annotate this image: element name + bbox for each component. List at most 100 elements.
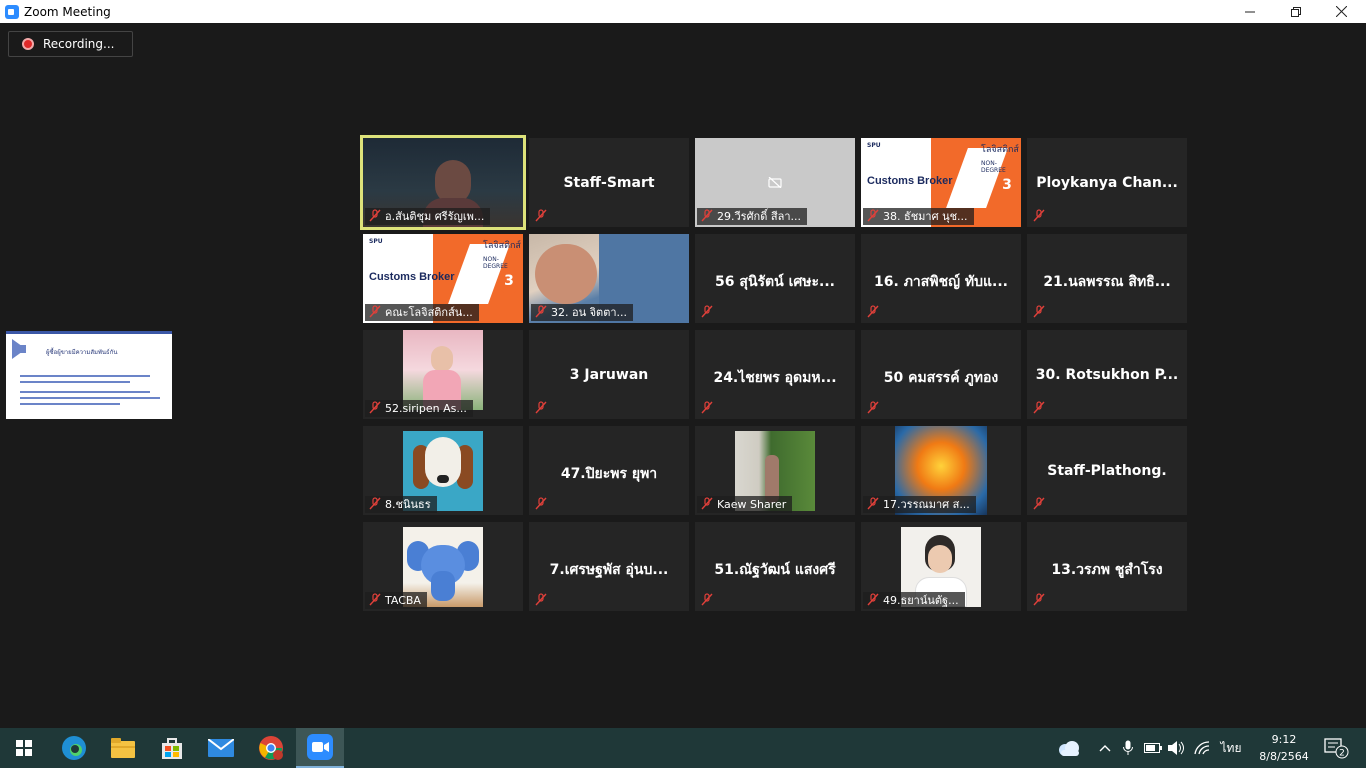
mic-muted-icon	[535, 401, 547, 414]
participant-tile[interactable]: 13.วรภพ ชูสำโรง	[1027, 522, 1187, 611]
slide-title: ผู้ซื้อผู้ขายมีความสัมพันธ์กัน	[46, 349, 118, 356]
arrow-right-icon	[12, 339, 26, 359]
slide-top-bar	[6, 331, 172, 334]
participant-name: 7.เศรษฐพัส อุ่นบ...	[549, 562, 669, 578]
slide-text-line	[20, 403, 120, 405]
participant-tile[interactable]: 51.ณัฐวัฒน์ แสงศรี	[695, 522, 855, 611]
slide-text-line	[20, 391, 150, 393]
recording-indicator[interactable]: Recording...	[8, 31, 133, 57]
slide-brand: Customs Broker	[867, 175, 953, 187]
chrome-taskbar-button[interactable]	[247, 728, 295, 768]
mic-muted-icon	[867, 497, 879, 510]
participant-tile[interactable]: Ploykanya Chan...	[1027, 138, 1187, 227]
file-explorer-taskbar-button[interactable]	[99, 728, 147, 768]
mic-muted-icon	[701, 305, 713, 318]
mail-taskbar-button[interactable]	[197, 728, 245, 768]
battery-icon	[1144, 743, 1162, 753]
participant-tile[interactable]: 47.ปิยะพร ยุพา	[529, 426, 689, 515]
input-language-button[interactable]: ไทย	[1216, 728, 1246, 768]
zoom-app-icon	[5, 4, 19, 19]
restore-button[interactable]	[1273, 0, 1319, 23]
participant-tile[interactable]: Kaew Sharer	[695, 426, 855, 515]
participant-name: 13.วรภพ ชูสำโรง	[1051, 562, 1163, 578]
mic-muted-icon	[369, 401, 381, 414]
action-center-button[interactable]: 2	[1318, 728, 1354, 768]
zoom-icon	[307, 734, 333, 760]
mic-muted-icon	[1033, 497, 1045, 510]
edge-taskbar-button[interactable]	[50, 728, 98, 768]
participant-tile[interactable]: 32. อน จิตตา...	[529, 234, 689, 323]
close-button[interactable]	[1318, 0, 1364, 23]
start-button[interactable]	[0, 728, 48, 768]
participant-tile[interactable]: 56 สุนิรัตน์ เศษะ...	[695, 234, 855, 323]
mic-muted-icon	[701, 401, 713, 414]
participant-name: อ.สันติชุม ศรีรัญเพ...	[365, 208, 491, 225]
show-hidden-icons-button[interactable]	[1094, 728, 1116, 768]
store-taskbar-button[interactable]	[148, 728, 196, 768]
participant-name: 38. ธัชมาศ นุช...	[863, 208, 974, 225]
slide-nondegree: NON-DEGREE	[483, 256, 508, 270]
participant-tile[interactable]: 17.วรรณมาศ ส...	[861, 426, 1021, 515]
participant-name: 56 สุนิรัตน์ เศษะ...	[715, 274, 835, 290]
volume-tray-button[interactable]	[1166, 728, 1188, 768]
participant-tile[interactable]: TACBA	[363, 522, 523, 611]
participant-photo	[403, 330, 483, 410]
mic-muted-icon	[867, 593, 879, 606]
participant-tile[interactable]: 7.เศรษฐพัส อุ่นบ...	[529, 522, 689, 611]
mic-muted-icon	[369, 305, 381, 318]
recording-label: Recording...	[43, 37, 115, 51]
participant-name: 17.วรรณมาศ ส...	[863, 496, 976, 513]
weather-tray-button[interactable]	[1055, 728, 1083, 768]
taskbar-clock[interactable]: 9:12 8/8/2564	[1258, 731, 1310, 765]
battery-tray-button[interactable]	[1142, 728, 1164, 768]
wifi-tray-button[interactable]	[1191, 728, 1213, 768]
participant-tile[interactable]: 21.นลพรรณ สิทธิ...	[1027, 234, 1187, 323]
participant-tile[interactable]: Staff-Smart	[529, 138, 689, 227]
participant-name: 21.นลพรรณ สิทธิ...	[1043, 274, 1171, 290]
mic-muted-icon	[1033, 305, 1045, 318]
microphone-icon	[1123, 740, 1133, 755]
meeting-stage: Recording... ผู้ซื้อผู้ขายมีความสัมพันธ์…	[0, 23, 1366, 728]
slide-logo: SPU	[867, 142, 881, 149]
participant-tile[interactable]: อ.สันติชุม ศรีรัญเพ...	[360, 135, 526, 230]
slide-text-line	[20, 381, 130, 383]
mic-muted-icon	[701, 497, 713, 510]
shared-screen-thumbnail[interactable]: ผู้ซื้อผู้ขายมีความสัมพันธ์กัน	[6, 331, 172, 419]
participant-tile[interactable]: 8.ชนินธร	[363, 426, 523, 515]
slide-nondegree: NON-DEGREE	[981, 160, 1006, 174]
slide-thai-title: โลจิสติกส์	[483, 241, 521, 251]
slide-brand: Customs Broker	[369, 271, 455, 283]
participant-tile[interactable]: 52.siripen As...	[363, 330, 523, 419]
camera-off-icon	[768, 177, 782, 188]
notification-count: 2	[1339, 749, 1345, 759]
participant-tile[interactable]: 24.ไชยพร อุดมห...	[695, 330, 855, 419]
close-icon	[1335, 6, 1347, 17]
participant-name: 3 Jaruwan	[569, 367, 649, 383]
slide-text-line	[20, 375, 150, 377]
participant-tile[interactable]: Staff-Plathong.	[1027, 426, 1187, 515]
participant-tile[interactable]: SPU Customs Broker โลจิสติกส์ NON-DEGREE…	[363, 234, 523, 323]
participant-name: 30. Rotsukhon P...	[1035, 367, 1179, 383]
chevron-up-icon	[1099, 745, 1111, 752]
mic-muted-icon	[867, 209, 879, 222]
slide-logo: SPU	[369, 238, 383, 245]
slide-thai-title: โลจิสติกส์	[981, 145, 1019, 155]
zoom-taskbar-button[interactable]	[296, 728, 344, 768]
slide-round-badge: 3	[499, 268, 519, 294]
clock-date: 8/8/2564	[1259, 750, 1309, 763]
participant-tile[interactable]: SPU Customs Broker โลจิสติกส์ NON-DEGREE…	[861, 138, 1021, 227]
minimize-icon	[1245, 11, 1255, 12]
participant-tile[interactable]: 50 คมสรรค์ ภูทอง	[861, 330, 1021, 419]
participant-tile[interactable]: 3 Jaruwan	[529, 330, 689, 419]
folder-icon	[111, 738, 135, 758]
window-titlebar: Zoom Meeting	[0, 0, 1366, 23]
slide-text-line	[20, 397, 160, 399]
participant-tile[interactable]: 16. ภาสพิชญ์ ทับแ...	[861, 234, 1021, 323]
minimize-button[interactable]	[1227, 0, 1273, 23]
notifications-icon: 2	[1324, 738, 1349, 759]
participant-tile[interactable]: 29.วีรศักดิ์ สีลา...	[695, 138, 855, 227]
participant-tile[interactable]: 49.ธยาน์นตัฐ...	[861, 522, 1021, 611]
microphone-tray-button[interactable]	[1118, 728, 1138, 768]
participant-tile[interactable]: 30. Rotsukhon P...	[1027, 330, 1187, 419]
mic-muted-icon	[701, 593, 713, 606]
